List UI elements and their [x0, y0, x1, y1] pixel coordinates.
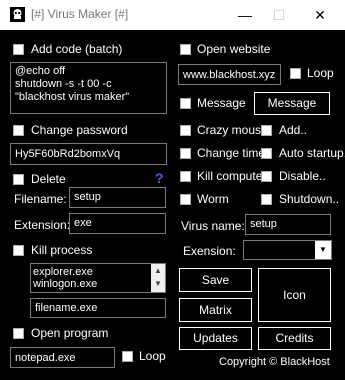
- kill-process-label: Kill process: [31, 243, 93, 257]
- kill-process-checkbox[interactable]: [13, 245, 24, 256]
- program-input[interactable]: notepad.exe: [10, 347, 115, 368]
- program-loop-label: Loop: [139, 349, 166, 363]
- auto-startup-checkbox[interactable]: [261, 148, 272, 159]
- extension-label: Extension:: [14, 218, 71, 232]
- list-item[interactable]: explorer.exe: [31, 264, 165, 278]
- chevron-down-icon[interactable]: ▼: [315, 241, 331, 259]
- open-website-label: Open website: [197, 42, 271, 56]
- process-listbox[interactable]: explorer.exe winlogon.exe ▲ ▼: [30, 263, 166, 293]
- open-program-checkbox[interactable]: [13, 328, 24, 339]
- matrix-button[interactable]: Matrix: [179, 298, 252, 322]
- message-label: Message: [197, 96, 246, 110]
- message-button[interactable]: Message: [254, 92, 330, 115]
- add-checkbox[interactable]: [261, 125, 272, 136]
- credits-button[interactable]: Credits: [258, 327, 331, 350]
- listbox-scrollbar[interactable]: ▲ ▼: [151, 264, 165, 292]
- worm-checkbox[interactable]: [180, 194, 191, 205]
- password-input[interactable]: Hy5F60bRd2bomxVq: [10, 143, 167, 165]
- virus-name-input[interactable]: setup: [245, 214, 331, 235]
- window-title: [#] Virus Maker [#]: [31, 7, 129, 21]
- change-password-checkbox[interactable]: [13, 125, 24, 136]
- app-icon: [10, 7, 25, 22]
- extension-combobox[interactable]: ▼: [243, 240, 332, 260]
- change-password-label: Change password: [31, 123, 128, 137]
- list-item[interactable]: winlogon.exe: [31, 278, 165, 290]
- website-url-input[interactable]: www.blackhost.xyz: [178, 64, 281, 85]
- change-time-checkbox[interactable]: [180, 148, 191, 159]
- icon-button[interactable]: Icon: [258, 268, 331, 322]
- message-checkbox[interactable]: [180, 98, 191, 109]
- exension-label: Exension:: [183, 244, 236, 258]
- kill-filename-input[interactable]: filename.exe: [30, 298, 166, 318]
- delete-filename-input[interactable]: setup: [69, 187, 166, 208]
- website-loop-label: Loop: [307, 66, 334, 80]
- delete-extension-input[interactable]: exe: [69, 213, 166, 234]
- delete-checkbox[interactable]: [13, 174, 24, 185]
- filename-label: Filename:: [14, 192, 67, 206]
- copyright-text: Copyright © BlackHost: [219, 356, 330, 368]
- virus-name-label: Virus name:: [181, 219, 245, 233]
- updates-button[interactable]: Updates: [179, 327, 252, 350]
- help-icon[interactable]: ?: [155, 170, 164, 186]
- add-code-checkbox[interactable]: [13, 44, 24, 55]
- save-button[interactable]: Save: [179, 268, 252, 292]
- shutdown-checkbox[interactable]: [261, 194, 272, 205]
- maximize-button[interactable]: ☐: [259, 0, 299, 30]
- crazy-mouse-label: Crazy mouse: [197, 123, 268, 137]
- program-loop-checkbox[interactable]: [122, 351, 133, 362]
- batch-code-textarea[interactable]: @echo off shutdown -s -t 00 -c "blackhos…: [10, 62, 167, 114]
- scroll-down-icon[interactable]: ▼: [151, 277, 165, 290]
- shutdown-label: Shutdown..: [279, 192, 340, 206]
- title-bar[interactable]: [#] Virus Maker [#] — ☐ ✕: [0, 0, 345, 30]
- kill-computer-label: Kill computer: [197, 169, 267, 183]
- open-program-label: Open program: [31, 326, 109, 340]
- close-button[interactable]: ✕: [300, 0, 340, 30]
- add-label: Add..: [279, 123, 308, 137]
- change-time-label: Change time: [197, 146, 266, 160]
- website-loop-checkbox[interactable]: [290, 68, 301, 79]
- add-code-label: Add code (batch): [31, 42, 123, 56]
- open-website-checkbox[interactable]: [180, 44, 191, 55]
- delete-label: Delete: [31, 172, 66, 186]
- disable-checkbox[interactable]: [261, 171, 272, 182]
- worm-label: Worm: [197, 192, 229, 206]
- disable-label: Disable..: [279, 169, 326, 183]
- crazy-mouse-checkbox[interactable]: [180, 125, 191, 136]
- scroll-up-icon[interactable]: ▲: [151, 264, 165, 277]
- kill-computer-checkbox[interactable]: [180, 171, 191, 182]
- auto-startup-label: Auto startup..: [279, 146, 345, 160]
